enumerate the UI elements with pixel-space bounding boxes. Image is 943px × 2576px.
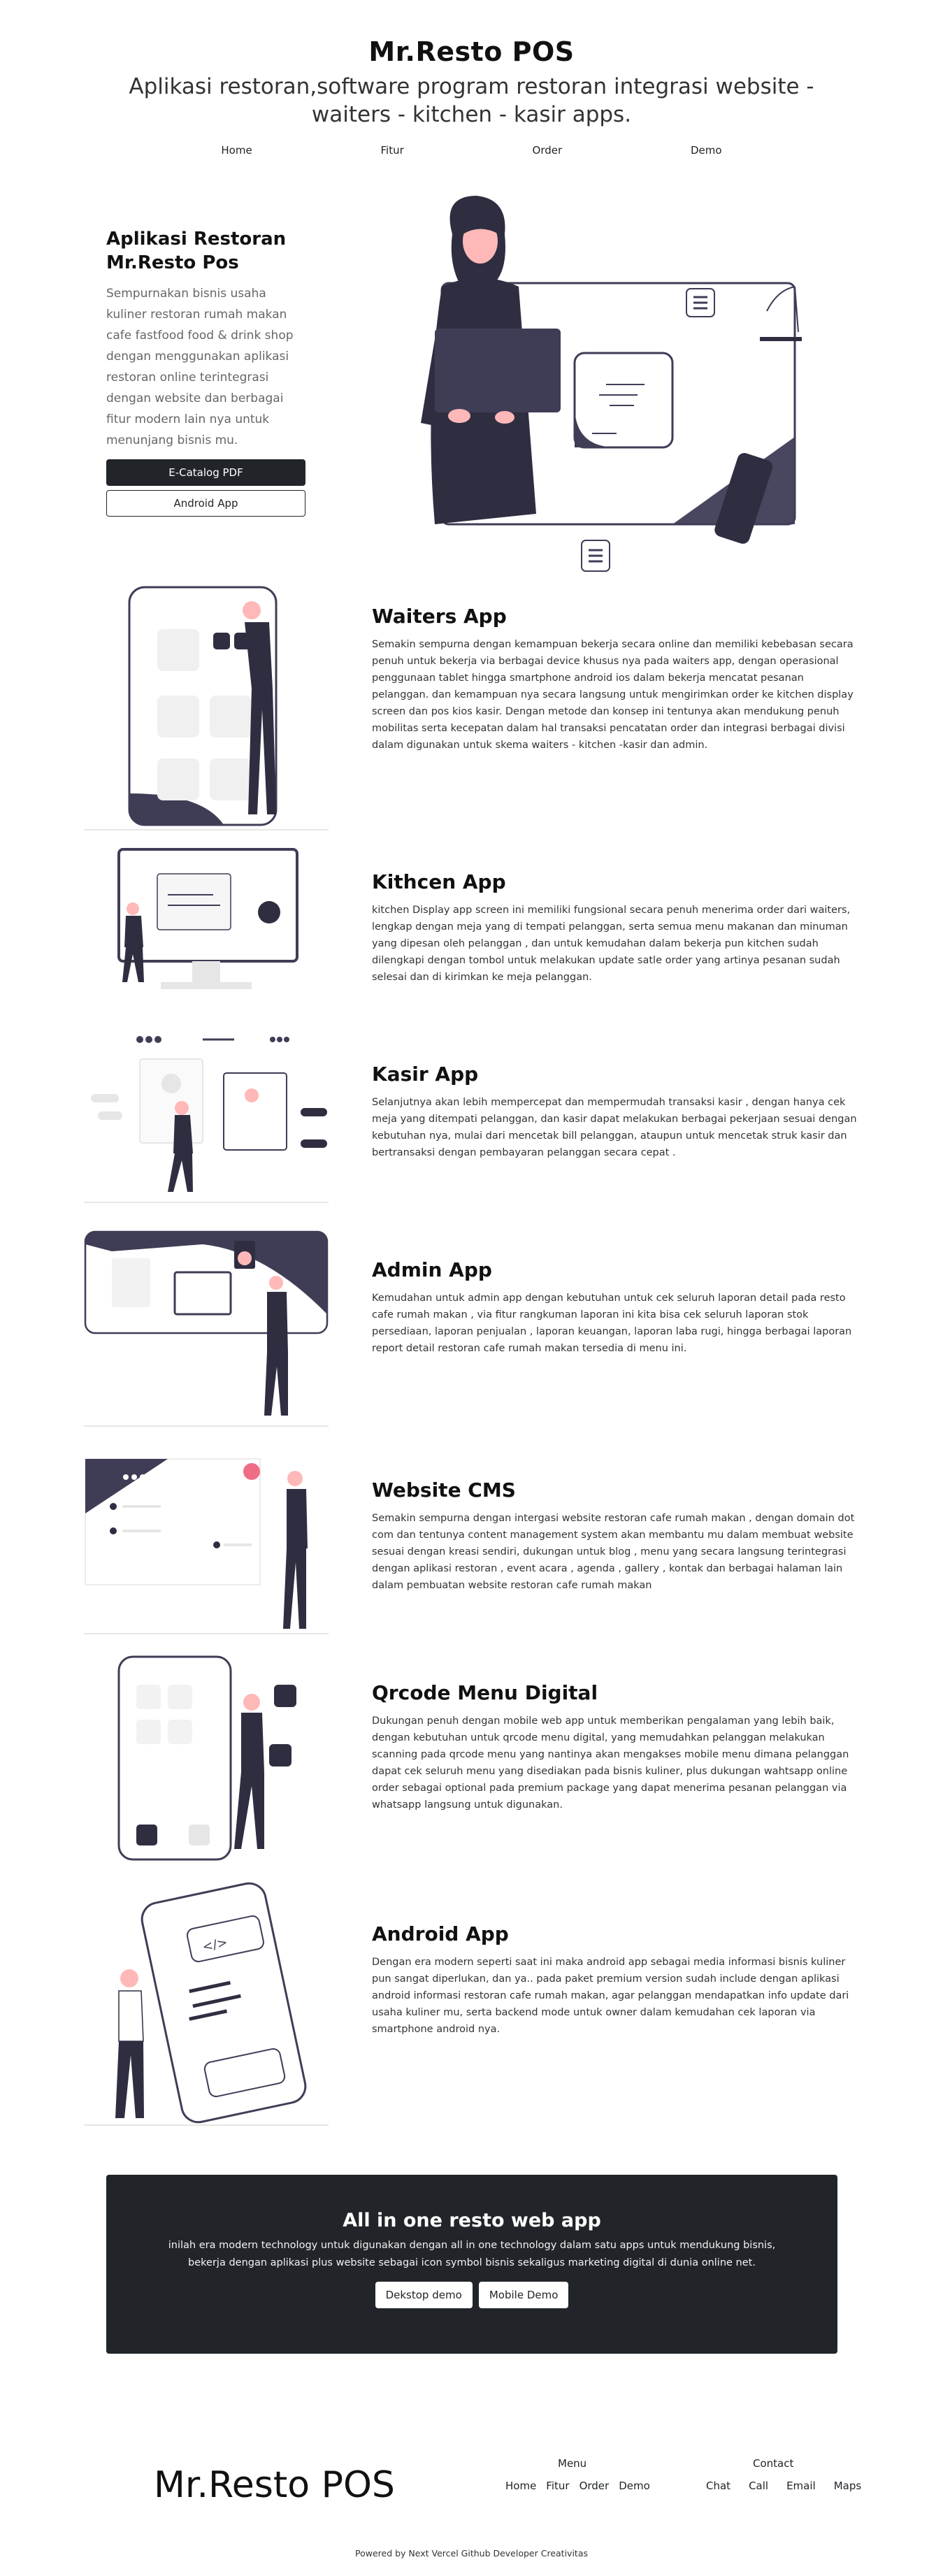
powered-by-text: Powered by Next Vercel Github Developer … [355, 2548, 588, 2559]
footer-order-link[interactable]: Order [580, 2480, 610, 2492]
nav-order-link[interactable]: Order [533, 144, 563, 157]
footer-menu-title: Menu [558, 2457, 587, 2470]
website-cms-text: Website CMS Semakin sempurna dengan inte… [372, 1478, 860, 1594]
hero-title: Aplikasi Restoran Mr.Resto Pos [106, 229, 287, 273]
android-description: Dengan era modern seperti saat ini maka … [372, 1957, 849, 2035]
footer-menu-links: Home Fitur Order Demo [505, 2480, 650, 2492]
footer-contact-title: Contact [753, 2457, 794, 2470]
catalog-pdf-button[interactable]: E-Catalog PDF [106, 459, 305, 486]
hero-text: Aplikasi Restoran Mr.Resto Pos Sempurnak… [106, 227, 309, 517]
feature-kitchen: Kithcen App kitchen Display app screen i… [84, 842, 860, 1038]
feature-website-cms: Website CMS Semakin sempurna dengan inte… [84, 1458, 860, 1646]
android-title: Android App [372, 1922, 509, 1945]
qrcode-illustration [117, 1655, 296, 1861]
site-footer: Mr.Resto POS Menu Home Fitur Order Demo … [0, 2450, 943, 2534]
footer-contact-links: Chat Call Email Maps [706, 2480, 861, 2492]
admin-text: Admin App Kemudahan untuk admin app deng… [372, 1258, 860, 1357]
qrcode-text: Qrcode Menu Digital Dukungan penuh denga… [372, 1681, 860, 1813]
footer-home-link[interactable]: Home [505, 2480, 536, 2492]
admin-illustration [84, 1230, 329, 1427]
footer-call-link[interactable]: Call [749, 2480, 768, 2492]
website-cms-illustration [84, 1458, 329, 1634]
kasir-illustration [84, 1036, 329, 1203]
footer-email-link[interactable]: Email [786, 2480, 816, 2492]
hero-illustration [421, 196, 802, 572]
nav-fitur-link[interactable]: Fitur [380, 144, 403, 157]
kitchen-illustration [117, 848, 298, 989]
admin-title: Admin App [372, 1258, 492, 1281]
cta-title: All in one resto web app [343, 2210, 601, 2231]
waiters-title: Waiters App [372, 605, 507, 628]
hero-section: Aplikasi Restoran Mr.Resto Pos Sempurnak… [106, 192, 840, 584]
feature-qrcode-menu: Qrcode Menu Digital Dukungan penuh denga… [84, 1653, 860, 1870]
website-cms-description: Semakin sempurna dengan intergasi websit… [372, 1513, 855, 1591]
hero-description: Sempurnakan bisnis usaha kuliner restora… [106, 287, 294, 447]
android-illustration: </> [84, 1882, 329, 2126]
brand-title: Mr.Resto POS [368, 36, 575, 67]
cta-text: inilah era modern technology untuk digun… [168, 2240, 776, 2268]
waiters-text: Waiters App Semakin sempurna dengan kema… [372, 605, 860, 754]
website-cms-title: Website CMS [372, 1478, 516, 1502]
mobile-demo-button[interactable]: Mobile Demo [478, 2282, 569, 2308]
feature-android-app: </> Android App Dengan era modern sepert… [84, 1880, 860, 2132]
cta-section: All in one resto web app inilah era mode… [106, 2175, 837, 2354]
cta-buttons: Dekstop demo Mobile Demo [106, 2282, 837, 2308]
feature-kasir: Kasir App Selanjutnya akan lebih memperc… [84, 1031, 860, 1220]
kitchen-text: Kithcen App kitchen Display app screen i… [372, 870, 860, 986]
footer-brand: Mr.Resto POS [154, 2464, 395, 2506]
footer-demo-link[interactable]: Demo [619, 2480, 650, 2492]
main-nav: Home Fitur Order Demo [157, 144, 786, 157]
kasir-title: Kasir App [372, 1063, 479, 1086]
footer-fitur-link[interactable]: Fitur [546, 2480, 569, 2492]
kitchen-description: kitchen Display app screen ini memiliki … [372, 905, 851, 983]
kasir-text: Kasir App Selanjutnya akan lebih memperc… [372, 1063, 860, 1161]
android-text: Android App Dengan era modern seperti sa… [372, 1922, 860, 2038]
waiters-illustration [84, 586, 329, 830]
qrcode-description: Dukungan penuh dengan mobile web app unt… [372, 1715, 849, 1811]
brand-subtitle: Aplikasi restoran,software program resto… [129, 74, 814, 127]
kitchen-title: Kithcen App [372, 870, 506, 893]
site-header: Mr.Resto POS Aplikasi restoran,software … [0, 0, 943, 157]
waiters-description: Semakin sempurna dengan kemampuan bekerj… [372, 639, 854, 751]
feature-admin: Admin App Kemudahan untuk admin app deng… [84, 1230, 860, 1447]
qrcode-title: Qrcode Menu Digital [372, 1681, 598, 1704]
nav-home-link[interactable]: Home [221, 144, 252, 157]
admin-description: Kemudahan untuk admin app dengan kebutuh… [372, 1293, 852, 1354]
desktop-demo-button[interactable]: Dekstop demo [375, 2282, 473, 2308]
feature-waiters: Waiters App Semakin sempurna dengan kema… [84, 584, 860, 842]
footer-chat-link[interactable]: Chat [706, 2480, 730, 2492]
android-app-button[interactable]: Android App [106, 490, 305, 517]
footer-maps-link[interactable]: Maps [834, 2480, 861, 2492]
nav-demo-link[interactable]: Demo [691, 144, 722, 157]
kasir-description: Selanjutnya akan lebih mempercepat dan m… [372, 1097, 857, 1158]
